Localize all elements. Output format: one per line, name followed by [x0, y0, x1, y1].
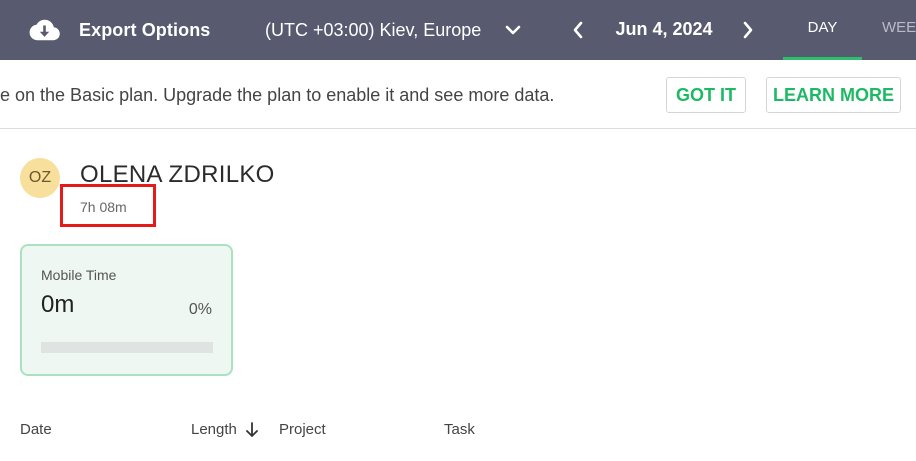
upgrade-banner: e on the Basic plan. Upgrade the plan to…	[0, 60, 916, 129]
mobile-time-card: Mobile Time 0m 0%	[20, 244, 233, 376]
banner-message: e on the Basic plan. Upgrade the plan to…	[0, 85, 555, 105]
export-options-label: Export Options	[79, 19, 211, 40]
timezone-label: (UTC +03:00) Kiev, Europe	[265, 19, 482, 40]
current-date[interactable]: Jun 4, 2024	[595, 0, 733, 60]
cloud-download-icon	[29, 19, 60, 41]
column-header-date[interactable]: Date	[20, 421, 52, 438]
avatar: OZ	[20, 158, 60, 198]
chevron-down-icon	[505, 25, 521, 35]
mobile-time-value: 0m	[41, 291, 75, 318]
column-header-project[interactable]: Project	[279, 421, 326, 438]
next-date-button[interactable]	[742, 20, 754, 40]
highlight-annotation	[60, 184, 156, 227]
column-header-length-label: Length	[191, 421, 237, 438]
previous-date-button[interactable]	[572, 20, 584, 40]
export-options-button[interactable]: Export Options	[28, 0, 210, 60]
learn-more-button[interactable]: LEARN MORE	[766, 77, 901, 113]
got-it-button[interactable]: GOT IT	[666, 77, 746, 113]
tab-day[interactable]: DAY	[783, 0, 862, 60]
column-header-length[interactable]: Length	[191, 421, 259, 438]
tab-week[interactable]: WEEK	[882, 0, 916, 60]
column-header-task[interactable]: Task	[444, 421, 475, 438]
mobile-time-percent: 0%	[188, 301, 212, 318]
sort-arrow-down-icon	[245, 421, 258, 437]
mobile-time-title: Mobile Time	[41, 267, 117, 283]
mobile-time-progress-bar	[41, 342, 213, 353]
top-bar: Export Options (UTC +03:00) Kiev, Europe…	[0, 0, 916, 60]
timezone-dropdown[interactable]: (UTC +03:00) Kiev, Europe	[265, 0, 521, 60]
